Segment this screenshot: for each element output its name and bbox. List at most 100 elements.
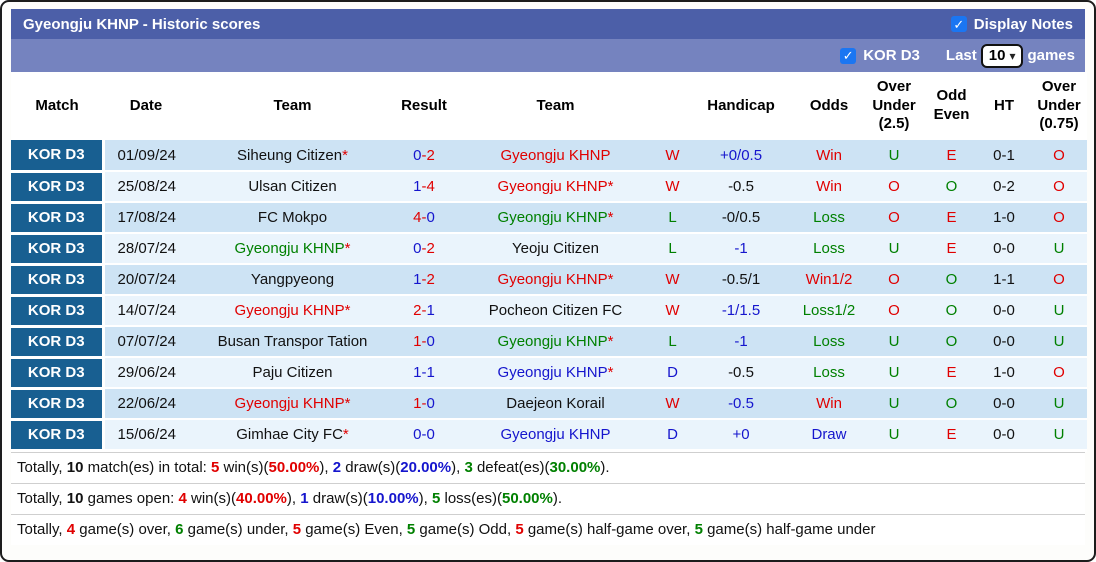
league-badge: KOR D3	[11, 419, 105, 452]
match-result: 1-1	[396, 357, 452, 389]
team-name: Gimhae City FC*	[189, 419, 396, 451]
table-row: KOR D3 07/07/24 Busan Transpor Tation 1-0 Gy…	[11, 326, 1087, 359]
odds-result: Loss	[796, 202, 862, 234]
team-name: Gyeongju KHNP*	[452, 357, 659, 389]
league-filter-label: KOR D3	[863, 47, 920, 64]
summary-block: Totally, 10 match(es) in total: 5 win(s)…	[11, 451, 1085, 545]
league-filter-checkbox[interactable]: ✓	[840, 47, 857, 64]
over-under-0-75: U	[1031, 233, 1087, 265]
team-name: Gyeongju KHNP*	[452, 171, 659, 203]
half-time-score: 0-0	[977, 326, 1031, 358]
league-badge: KOR D3	[11, 202, 105, 235]
handicap-value: -0.5	[686, 171, 796, 203]
odd-even: E	[926, 419, 977, 451]
team-star-marker: *	[342, 426, 349, 443]
match-result: 4-0	[396, 202, 452, 234]
team-name: Gyeongju KHNP	[452, 140, 659, 172]
column-header-team: Team	[189, 72, 396, 140]
table-row: KOR D3 20/07/24 Yangpyeong 1-2 Gyeongju KHNP…	[11, 264, 1087, 297]
match-date: 20/07/24	[103, 264, 189, 296]
over-under-2-5: U	[862, 233, 926, 265]
league-badge: KOR D3	[11, 357, 105, 390]
wdl-indicator: D	[659, 357, 686, 389]
team-name: Yangpyeong	[189, 264, 396, 296]
half-time-score: 0-1	[977, 140, 1031, 172]
odds-result: Loss1/2	[796, 295, 862, 327]
wdl-indicator: W	[659, 388, 686, 420]
odds-result: Win	[796, 140, 862, 172]
last-label: Last	[945, 47, 977, 64]
odd-even: E	[926, 357, 977, 389]
half-time-score: 1-1	[977, 264, 1031, 296]
historic-scores-widget: Gyeongju KHNP - Historic scores ✓ Displa…	[0, 0, 1096, 562]
odd-even: O	[926, 388, 977, 420]
handicap-value: -0/0.5	[686, 202, 796, 234]
team-name: Busan Transpor Tation	[189, 326, 396, 358]
wdl-indicator: D	[659, 419, 686, 451]
team-name: Yeoju Citizen	[452, 233, 659, 265]
odd-even: O	[926, 326, 977, 358]
wdl-indicator: L	[659, 233, 686, 265]
team-name: Pocheon Citizen FC	[452, 295, 659, 327]
wdl-indicator: W	[659, 264, 686, 296]
column-header-ht: HT	[977, 72, 1031, 140]
odd-even: E	[926, 202, 977, 234]
match-date: 25/08/24	[103, 171, 189, 203]
over-under-0-75: U	[1031, 388, 1087, 420]
table-row: KOR D3 22/06/24 Gyeongju KHNP* 1-0 Daejeon K…	[11, 388, 1087, 421]
column-header-over-under-2.5-: Over Under (2.5)	[862, 72, 926, 140]
team-name: FC Mokpo	[189, 202, 396, 234]
team-star-marker: *	[607, 178, 614, 195]
handicap-value: +0	[686, 419, 796, 451]
table-row: KOR D3 15/06/24 Gimhae City FC* 0-0 Gyeongju…	[11, 419, 1087, 452]
column-header-date: Date	[103, 72, 189, 140]
odds-result: Win	[796, 388, 862, 420]
over-under-0-75: O	[1031, 202, 1087, 234]
odds-result: Loss	[796, 357, 862, 389]
over-under-0-75: O	[1031, 357, 1087, 389]
title-bar: Gyeongju KHNP - Historic scores ✓ Displa…	[11, 9, 1085, 39]
summary-line: Totally, 10 match(es) in total: 5 win(s)…	[11, 451, 1085, 483]
league-badge: KOR D3	[11, 295, 105, 328]
league-badge: KOR D3	[11, 140, 105, 173]
wdl-indicator: W	[659, 140, 686, 172]
team-name: Paju Citizen	[189, 357, 396, 389]
over-under-2-5: O	[862, 202, 926, 234]
match-result: 0-2	[396, 233, 452, 265]
match-result: 1-0	[396, 388, 452, 420]
odds-result: Loss	[796, 326, 862, 358]
over-under-0-75: O	[1031, 140, 1087, 172]
last-games-selected-value: 10	[988, 47, 1006, 64]
match-result: 1-0	[396, 326, 452, 358]
odd-even: O	[926, 171, 977, 203]
handicap-value: -1/1.5	[686, 295, 796, 327]
wdl-indicator: L	[659, 202, 686, 234]
table-row: KOR D3 17/08/24 FC Mokpo 4-0 Gyeongju KHNP* L…	[11, 202, 1087, 235]
team-star-marker: *	[607, 271, 614, 288]
over-under-0-75: U	[1031, 326, 1087, 358]
table-row: KOR D3 29/06/24 Paju Citizen 1-1 Gyeongju KH…	[11, 357, 1087, 390]
half-time-score: 1-0	[977, 357, 1031, 389]
column-header-team: Team	[452, 72, 659, 140]
handicap-value: -1	[686, 233, 796, 265]
team-star-marker: *	[342, 146, 348, 164]
half-time-score: 1-0	[977, 202, 1031, 234]
over-under-2-5: U	[862, 357, 926, 389]
match-date: 15/06/24	[103, 419, 189, 451]
table-row: KOR D3 14/07/24 Gyeongju KHNP* 2-1 Pocheon C…	[11, 295, 1087, 328]
wdl-indicator: W	[659, 295, 686, 327]
column-header-odds: Odds	[796, 72, 862, 140]
table-row: KOR D3 28/07/24 Gyeongju KHNP* 0-2 Yeoju Cit…	[11, 233, 1087, 266]
display-notes-checkbox[interactable]: ✓	[950, 16, 967, 32]
match-result: 0-2	[396, 140, 452, 172]
last-games-select[interactable]: 10 ▾	[980, 43, 1024, 68]
half-time-score: 0-0	[977, 419, 1031, 451]
over-under-2-5: U	[862, 326, 926, 358]
column-header-over-under-0.75-: Over Under (0.75)	[1031, 72, 1087, 140]
over-under-0-75: O	[1031, 264, 1087, 296]
over-under-2-5: U	[862, 419, 926, 451]
team-name: Gyeongju KHNP*	[452, 202, 659, 234]
team-name: Gyeongju KHNP*	[452, 326, 659, 358]
odd-even: E	[926, 140, 977, 172]
team-name: Daejeon Korail	[452, 388, 659, 420]
